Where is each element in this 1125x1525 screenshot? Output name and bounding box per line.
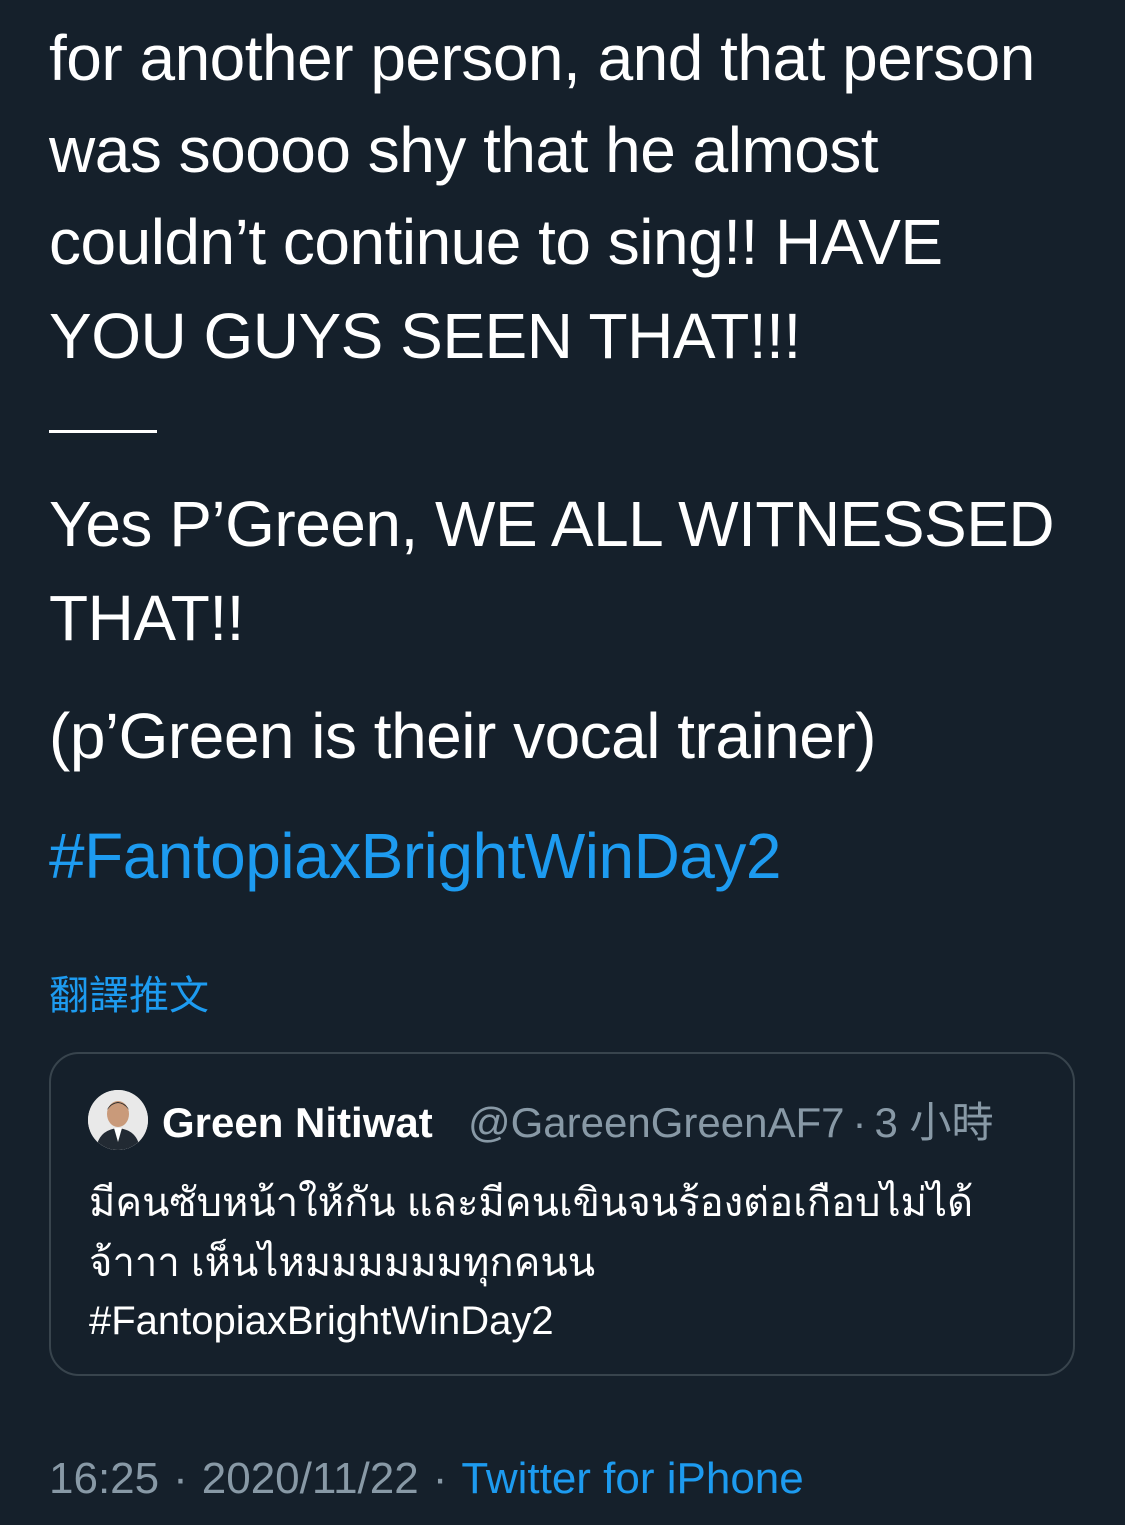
quoted-hashtag: #FantopiaxBrightWinDay2 [89, 1299, 554, 1343]
text-divider [49, 430, 157, 433]
tweet-metadata: 16:25 · 2020/11/22 · Twitter for iPhone [49, 1452, 804, 1506]
tweet-text-line: was soooo shy that he almost [49, 114, 879, 186]
tweet-time: 16:25 [49, 1454, 160, 1503]
tweet-detail: for another person, and that person was … [0, 0, 1125, 1525]
quoted-text-line: มีคนซับหน้าให้กัน และมีคนเขินจนร้องต่อเก… [89, 1181, 974, 1225]
tweet-text-line: Yes P’Green, WE ALL WITNESSED [49, 488, 1055, 560]
tweet-text-line: THAT!! [49, 582, 244, 654]
quoted-text-line: จ้าาา เห็นไหมมมมมมทุกคนน [89, 1241, 596, 1285]
hashtag-link[interactable]: #FantopiaxBrightWinDay2 [49, 810, 781, 902]
quoted-tweet-card[interactable]: Green Nitiwat @GareenGreenAF7 · 3 小時 มีคนซ… [49, 1052, 1075, 1376]
tweet-text-line: YOU GUYS SEEN THAT!!! [49, 300, 801, 372]
quoted-author-handle: @GareenGreenAF7 [468, 1099, 845, 1146]
tweet-text-line: couldn’t continue to sing!! HAVE [49, 206, 943, 278]
tweet-text-line: (p’Green is their vocal trainer) [49, 700, 876, 772]
separator-dot: · [173, 1454, 188, 1503]
profile-photo-icon [88, 1090, 148, 1150]
separator-dot: · [852, 1099, 867, 1146]
quoted-author-name: Green Nitiwat [162, 1099, 433, 1146]
tweet-date: 2020/11/22 [201, 1454, 419, 1503]
avatar[interactable] [88, 1090, 148, 1150]
tweet-text-line: for another person, and that person [49, 22, 1035, 94]
quoted-tweet-time: 3 小時 [874, 1099, 994, 1146]
quoted-author-meta: @GareenGreenAF7 · 3 小時 [468, 1098, 994, 1148]
separator-dot: · [432, 1454, 448, 1503]
tweet-source-link[interactable]: Twitter for iPhone [461, 1454, 803, 1503]
translate-tweet-link[interactable]: 翻譯推文 [49, 970, 209, 1022]
